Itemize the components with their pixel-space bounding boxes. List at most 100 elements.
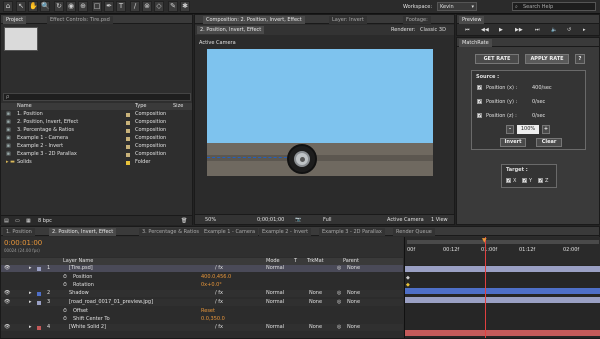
layer-property-row[interactable]: ⏱ Position 400.0,456.0 [1,274,403,281]
column-trkmat[interactable]: TrkMat [307,258,324,264]
camera-tool-icon[interactable]: ◉ [66,1,76,12]
ram-preview-icon[interactable]: ▸ [583,27,586,33]
project-item[interactable]: ▣ Example 1 - Camera Composition [1,135,192,142]
label-color-swatch[interactable] [126,145,130,149]
target-z-checkbox[interactable]: ✓ [538,178,543,184]
layer-mode[interactable]: Normal [266,299,284,306]
layer-parent[interactable]: None [347,324,360,331]
tab-matchrate[interactable]: MatchRate [459,39,492,47]
zoom-tool-icon[interactable]: 🔍 [40,1,50,12]
layer-mode[interactable]: Normal [266,290,284,297]
project-item[interactable]: ▣ 1. Position Composition [1,111,192,118]
timeline-tab[interactable]: 1. Position [3,228,35,236]
current-timecode[interactable]: 0:00:01:00 [4,239,42,247]
expand-triangle-icon[interactable]: ▸ [29,265,32,272]
renderer-value[interactable]: Classic 3D [420,27,446,33]
fx-switch-icon[interactable]: / fx [215,265,223,272]
column-parent[interactable]: Parent [343,258,359,264]
tab-composition[interactable]: Composition: 2. Position, Invert, Effect [203,16,305,24]
playhead-handle-icon[interactable]: ▼ [482,237,487,244]
resolution-select[interactable]: Full [323,217,332,223]
tab-project[interactable]: Project [3,16,27,24]
property-value[interactable]: 400.0,456.0 [201,274,231,281]
tab-effect-controls[interactable]: Effect Controls: Tire.psd [47,16,113,24]
column-name[interactable]: Name [17,103,32,109]
eye-icon[interactable]: 👁 [4,290,10,297]
parent-pickwhip-icon[interactable]: ◎ [337,290,341,297]
position-y-checkbox[interactable]: ✓ [477,99,482,105]
search-help-input[interactable]: ⌕ Search Help [512,2,596,11]
work-area-bar[interactable] [407,240,599,244]
property-value[interactable]: 0.0,350.0 [201,316,225,323]
eye-icon[interactable]: 👁 [4,265,10,272]
tab-preview[interactable]: Preview [459,16,485,24]
timeline-tab[interactable]: Render Queue [393,228,435,236]
playhead[interactable] [485,237,486,338]
workspace-select[interactable]: Kevin ▾ [437,2,477,11]
target-x-checkbox[interactable]: ✓ [506,178,511,184]
help-button[interactable]: ? [575,54,585,64]
tab-footage[interactable]: Footage: [403,16,431,24]
track-bar-road[interactable] [405,297,600,303]
layer-label-color[interactable] [37,301,41,305]
column-size[interactable]: Size [173,103,183,109]
layer-name[interactable]: Shadow [69,290,89,297]
eye-icon[interactable]: 👁 [4,324,10,331]
play-icon[interactable]: ▶ [499,27,503,33]
track-bar-white-solid[interactable] [405,330,600,336]
position-z-checkbox[interactable]: ✓ [477,113,482,119]
stopwatch-icon[interactable]: ⏱ [63,274,67,281]
fx-switch-icon[interactable]: / fx [215,290,223,297]
layer-parent[interactable]: None [347,299,360,306]
layer-name[interactable]: [White Solid 2] [69,324,106,331]
roto-tool-icon[interactable]: ✎ [168,1,178,12]
interpret-footage-icon[interactable]: ▤ [4,218,9,224]
layer-label-color[interactable] [37,267,41,271]
position-x-checkbox[interactable]: ✓ [477,85,482,91]
parent-pickwhip-icon[interactable]: ◎ [337,324,341,331]
track-bar-tire[interactable] [405,266,600,272]
property-value[interactable]: 0x+0.0° [201,282,222,289]
layer-label-color[interactable] [37,292,41,296]
label-color-swatch[interactable] [126,161,130,165]
eye-icon[interactable]: 👁 [4,299,10,306]
pen-tool-icon[interactable]: ✒ [104,1,114,12]
layer-label-color[interactable] [37,326,41,330]
invert-button[interactable]: Invert [500,138,526,147]
layer-trkmat[interactable]: None [309,299,322,306]
expand-triangle-icon[interactable]: ▸ [29,299,32,306]
timecode-display[interactable]: 0;00;01;00 [257,217,284,223]
project-item[interactable]: ▣ Example 2 - Invert Composition [1,143,192,150]
target-y-checkbox[interactable]: ✓ [522,178,527,184]
puppet-tool-icon[interactable]: ✱ [180,1,190,12]
label-color-swatch[interactable] [126,129,130,133]
label-color-swatch[interactable] [126,113,130,117]
expand-triangle-icon[interactable]: ▸ [29,324,32,331]
last-frame-icon[interactable]: ⏭ [535,27,540,33]
decrease-button[interactable]: - [506,125,514,134]
trash-icon[interactable]: 🗑 [181,218,187,224]
first-frame-icon[interactable]: ⏮ [465,27,470,33]
layer-property-row[interactable]: ⏱ Offset Reset [1,308,403,315]
tire-layer[interactable] [287,144,317,174]
home-icon[interactable]: ⌂ [3,1,13,12]
text-tool-icon[interactable]: T [116,1,126,12]
layer-mode[interactable]: Normal [266,324,284,331]
comp-subtab[interactable]: 2. Position, Invert, Effect [197,26,265,34]
get-rate-button[interactable]: GET RATE [475,54,519,64]
timeline-tab[interactable]: Example 2 - Invert [259,228,312,236]
prev-frame-icon[interactable]: ◀◀ [481,27,489,33]
layer-row[interactable]: 👁 ▸ 3 [road_road_0017_01_preview.jpg] / fx No… [1,299,403,306]
stopwatch-icon[interactable]: ⏱ [63,316,67,323]
parent-pickwhip-icon[interactable]: ◎ [337,299,341,306]
track-bar-shadow[interactable] [405,288,600,294]
layer-row[interactable]: 👁 ▸ 2 Shadow / fx Normal None ◎ None [1,290,403,297]
clone-tool-icon[interactable]: ⊗ [142,1,152,12]
project-item[interactable]: ▣ 3. Percentage & Ratios Composition [1,127,192,134]
label-color-swatch[interactable] [126,121,130,125]
layer-name[interactable]: [road_road_0017_01_preview.jpg] [69,299,153,306]
column-t[interactable]: T [294,258,297,264]
eraser-tool-icon[interactable]: ◇ [154,1,164,12]
hand-tool-icon[interactable]: ✋ [28,1,38,12]
layer-property-row[interactable]: ⏱ Rotation 0x+0.0° [1,282,403,289]
